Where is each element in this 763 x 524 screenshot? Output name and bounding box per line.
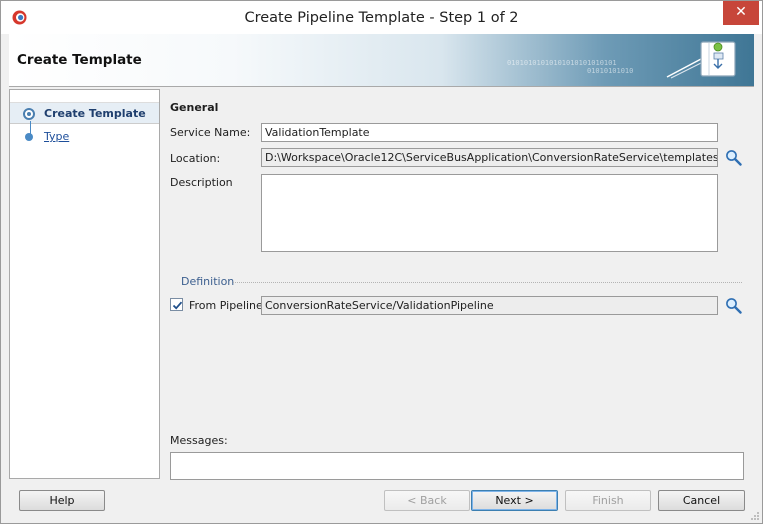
- step-icon: [25, 133, 33, 141]
- current-step-icon: [23, 108, 35, 120]
- from-pipeline-label[interactable]: From Pipeline: [189, 299, 263, 312]
- help-button[interactable]: Help: [19, 490, 105, 511]
- nav-item-create-template[interactable]: Create Template: [10, 102, 159, 124]
- close-button[interactable]: ✕: [723, 1, 759, 25]
- pipeline-field[interactable]: ConversionRateService/ValidationPipeline: [261, 296, 718, 315]
- location-label: Location:: [170, 152, 221, 165]
- finish-button[interactable]: Finish: [565, 490, 651, 511]
- banner-title: Create Template: [17, 52, 142, 68]
- service-name-label: Service Name:: [170, 126, 251, 139]
- back-button[interactable]: < Back: [384, 490, 470, 511]
- binary-decoration: 01010101010101010101010101 01010101010: [507, 59, 634, 75]
- messages-box: [170, 452, 744, 480]
- general-section-title: General: [170, 101, 219, 114]
- dialog-window: Create Pipeline Template - Step 1 of 2 ✕…: [0, 0, 763, 524]
- browse-pipeline-search-icon[interactable]: [725, 297, 742, 314]
- from-pipeline-checkbox[interactable]: [170, 298, 183, 311]
- messages-label: Messages:: [170, 434, 228, 447]
- next-button[interactable]: Next >: [471, 490, 558, 511]
- location-field[interactable]: D:\Workspace\Oracle12C\ServiceBusApplica…: [261, 148, 718, 167]
- wizard-banner: Create Template 010101010101010101010101…: [9, 34, 754, 87]
- pipeline-template-icon: [666, 41, 736, 79]
- checkmark-icon: [172, 301, 183, 310]
- browse-location-search-icon[interactable]: [725, 149, 742, 166]
- title-bar[interactable]: Create Pipeline Template - Step 1 of 2 ✕: [1, 1, 762, 34]
- service-name-input[interactable]: ValidationTemplate: [261, 123, 718, 142]
- nav-item-type[interactable]: Type: [10, 126, 159, 148]
- nav-item-label: Type: [44, 130, 70, 143]
- definition-divider: [233, 282, 742, 283]
- wizard-steps-nav: Create Template Type: [9, 89, 160, 479]
- nav-item-label: Create Template: [44, 107, 146, 120]
- cancel-button[interactable]: Cancel: [658, 490, 745, 511]
- definition-legend: Definition: [181, 275, 235, 288]
- resize-grip-icon[interactable]: [750, 511, 760, 521]
- description-textarea[interactable]: [261, 174, 718, 252]
- window-title: Create Pipeline Template - Step 1 of 2: [244, 10, 519, 26]
- description-label: Description: [170, 176, 233, 189]
